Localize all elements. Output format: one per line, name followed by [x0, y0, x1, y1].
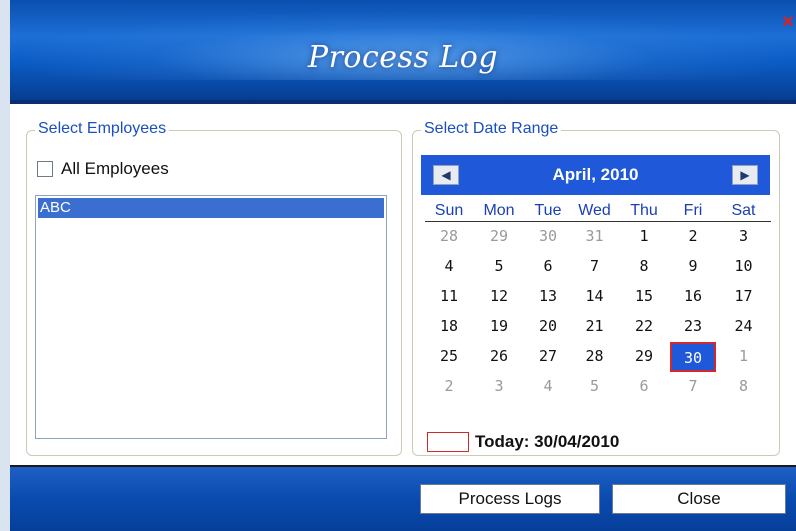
all-employees-checkbox-row[interactable]: All Employees: [37, 159, 169, 179]
day-of-week-sat: Sat: [731, 202, 756, 219]
calendar-day[interactable]: 6: [525, 252, 571, 282]
calendar-day[interactable]: 8: [716, 372, 771, 402]
calendar-day[interactable]: 10: [716, 252, 771, 282]
calendar-day[interactable]: 4: [525, 372, 571, 402]
calendar-day[interactable]: 7: [670, 372, 716, 402]
list-item[interactable]: ABC: [38, 198, 384, 218]
calendar-day[interactable]: 5: [571, 372, 618, 402]
select-employees-group: Select Employees All Employees ABC: [26, 120, 402, 456]
close-icon[interactable]: ×: [778, 12, 796, 32]
calendar-day[interactable]: 2: [670, 222, 716, 252]
calendar-day[interactable]: 28: [425, 222, 473, 252]
calendar-day[interactable]: 3: [716, 222, 771, 252]
calendar-day[interactable]: 4: [425, 252, 473, 282]
calendar-week-row: 28 29 30 31 1 2 3: [425, 222, 771, 252]
window-frame: Process Log × Select Employees All Emplo…: [0, 0, 796, 531]
calendar-day[interactable]: 11: [425, 282, 473, 312]
footer-bar: Process Logs Close: [10, 467, 796, 531]
calendar-week-row: 25 26 27 28 29 30 1: [425, 342, 771, 372]
calendar-day[interactable]: 12: [473, 282, 525, 312]
all-employees-checkbox[interactable]: [37, 161, 53, 177]
calendar-day[interactable]: 5: [473, 252, 525, 282]
calendar-day[interactable]: 31: [571, 222, 618, 252]
day-of-week-tue: Tue: [534, 202, 562, 219]
calendar-day[interactable]: 22: [618, 312, 670, 342]
today-row[interactable]: Today: 30/04/2010: [427, 431, 619, 453]
employee-list[interactable]: ABC: [35, 195, 387, 439]
calendar-weeks: 28 29 30 31 1 2 3 4 5 6 7 8 9 10 11 12 13 14 15 16 17 18 19 20 2…: [425, 222, 771, 402]
calendar-day[interactable]: 29: [473, 222, 525, 252]
calendar-day[interactable]: 26: [473, 342, 525, 372]
calendar-day[interactable]: 8: [618, 252, 670, 282]
chevron-right-icon: ▶: [740, 168, 750, 182]
calendar-day[interactable]: 3: [473, 372, 525, 402]
day-of-week-mon: Mon: [483, 202, 515, 219]
calendar-day[interactable]: 18: [425, 312, 473, 342]
day-of-week-thu: Thu: [630, 202, 658, 219]
calendar-day[interactable]: 2: [425, 372, 473, 402]
calendar-day[interactable]: 23: [670, 312, 716, 342]
calendar-day[interactable]: 15: [618, 282, 670, 312]
day-of-week-sun: Sun: [434, 202, 464, 219]
calendar-week-row: 4 5 6 7 8 9 10: [425, 252, 771, 282]
calendar-day[interactable]: 24: [716, 312, 771, 342]
next-month-button[interactable]: ▶: [732, 165, 758, 185]
calendar-day[interactable]: 1: [716, 342, 771, 372]
calendar-day-selected[interactable]: 30: [670, 342, 716, 372]
close-button[interactable]: Close: [612, 484, 786, 514]
calendar-header: ◀ April, 2010 ▶: [421, 155, 770, 195]
calendar-day[interactable]: 21: [571, 312, 618, 342]
day-of-week-fri: Fri: [683, 202, 703, 219]
calendar-day[interactable]: 1: [618, 222, 670, 252]
calendar-week-row: 2345678: [425, 372, 771, 402]
calendar-day[interactable]: 20: [525, 312, 571, 342]
today-marker: [427, 432, 469, 452]
calendar-day[interactable]: 25: [425, 342, 473, 372]
calendar-day[interactable]: 6: [618, 372, 670, 402]
calendar-day[interactable]: 9: [670, 252, 716, 282]
calendar-day[interactable]: 16: [670, 282, 716, 312]
day-of-week-row: Sun Mon Tue Wed Thu Fri Sat: [425, 201, 771, 222]
calendar-day[interactable]: 13: [525, 282, 571, 312]
calendar-day[interactable]: 7: [571, 252, 618, 282]
calendar-week-row: 11 12 13 14 15 16 17: [425, 282, 771, 312]
calendar-day[interactable]: 19: [473, 312, 525, 342]
dialog-body: Select Employees All Employees ABC Selec…: [10, 104, 796, 467]
calendar-grid: Sun Mon Tue Wed Thu Fri Sat 28 29 30 31 1 2 3 4 5 6 7 8 9 1…: [425, 201, 771, 402]
calendar-day[interactable]: 14: [571, 282, 618, 312]
window-title: Process Log: [307, 40, 499, 75]
calendar-day[interactable]: 30: [525, 222, 571, 252]
calendar-day[interactable]: 17: [716, 282, 771, 312]
select-date-range-group: Select Date Range ◀ April, 2010 ▶ Sun Mon…: [412, 120, 780, 456]
all-employees-label: All Employees: [61, 159, 169, 178]
select-employees-legend: Select Employees: [35, 120, 170, 138]
calendar-week-row: 18 19 20 21 22 23 24: [425, 312, 771, 342]
calendar-day[interactable]: 27: [525, 342, 571, 372]
day-of-week-wed: Wed: [578, 202, 611, 219]
process-logs-button[interactable]: Process Logs: [420, 484, 600, 514]
month-label: April, 2010: [552, 165, 639, 184]
select-date-range-legend: Select Date Range: [421, 120, 562, 138]
dialog: Process Log × Select Employees All Emplo…: [10, 0, 796, 531]
today-label[interactable]: Today: 30/04/2010: [475, 432, 619, 452]
calendar-day[interactable]: 29: [618, 342, 670, 372]
calendar-day[interactable]: 28: [571, 342, 618, 372]
title-bar: Process Log ×: [10, 0, 796, 104]
